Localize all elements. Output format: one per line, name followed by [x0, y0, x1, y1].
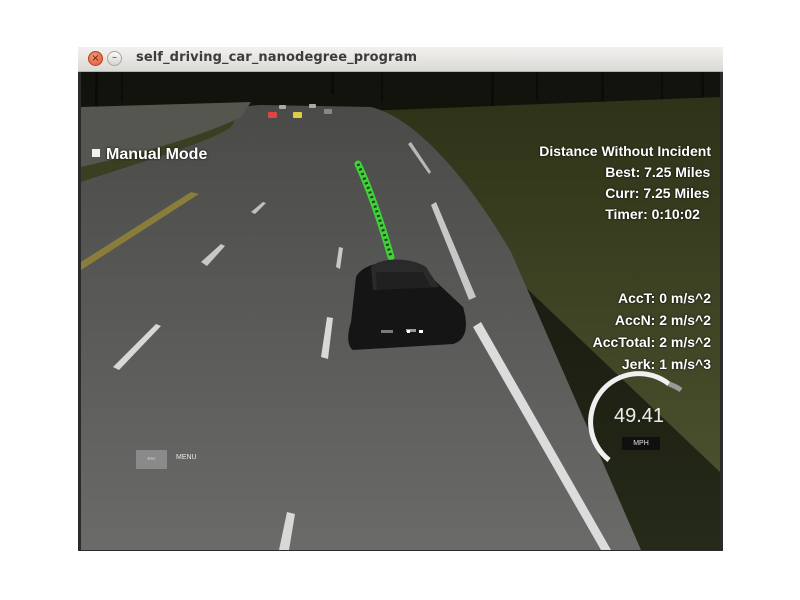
acc-t: AccT: 0 m/s^2 [618, 290, 711, 306]
simulator-window: × – self_driving_car_nanodegree_program [78, 47, 723, 551]
speed-value: 49.41 [614, 405, 665, 427]
acceleration-panel: AccT: 0 m/s^2 AccN: 2 m/s^2 AccTotal: 2 … [593, 287, 711, 375]
mode-indicator[interactable]: Manual Mode [92, 146, 207, 164]
close-icon[interactable]: × [88, 51, 103, 66]
menu-label[interactable]: MENU [176, 454, 197, 461]
speed-unit: MPH [622, 437, 660, 450]
distance-panel: Distance Without Incident Best: 7.25 Mil… [539, 141, 711, 225]
title-bar[interactable]: × – self_driving_car_nanodegree_program [78, 47, 723, 72]
best-distance: Best: 7.25 Miles [605, 164, 711, 180]
mode-label: Manual Mode [106, 146, 208, 163]
window-title: self_driving_car_nanodegree_program [136, 50, 418, 65]
current-distance: Curr: 7.25 Miles [605, 185, 710, 201]
distance-heading: Distance Without Incident [539, 143, 711, 159]
mode-checkbox-icon[interactable] [92, 149, 100, 157]
timer: Timer: 0:10:02 [605, 206, 700, 222]
simulator-viewport[interactable]: Manual Mode Distance Without Incident Be… [81, 72, 720, 550]
esc-button[interactable]: esc [136, 450, 167, 469]
jerk: Jerk: 1 m/s^3 [621, 356, 711, 372]
acc-n: AccN: 2 m/s^2 [614, 312, 711, 328]
minimize-icon[interactable]: – [107, 51, 122, 66]
acc-total: AccTotal: 2 m/s^2 [592, 334, 711, 350]
